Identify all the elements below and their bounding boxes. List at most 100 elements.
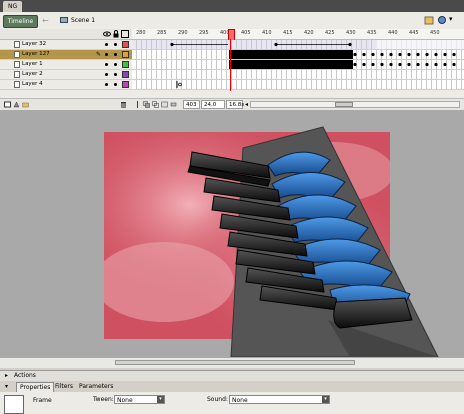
center-frame-icon[interactable] — [134, 101, 141, 108]
edit-symbol-icon[interactable] — [437, 15, 448, 26]
edit-bar: Timeline ← Scene 1 ▾ — [0, 12, 464, 30]
scene-label[interactable]: Scene 1 — [71, 15, 95, 26]
onion-markers-icon[interactable] — [170, 101, 177, 108]
frames-row[interactable] — [132, 50, 464, 60]
frame-rate-field[interactable]: 24.0 fps — [201, 100, 225, 117]
layer-color-swatch[interactable] — [122, 71, 129, 78]
ruler-tick: 435 — [367, 30, 377, 36]
document-tab[interactable]: NG — [3, 1, 23, 12]
elapsed-time-field: 16.8s — [226, 100, 244, 109]
lock-dot[interactable] — [114, 53, 117, 56]
lock-dot[interactable] — [114, 43, 117, 46]
layer-icon — [14, 71, 20, 78]
zoom-dropdown-icon[interactable]: ▾ — [449, 15, 453, 23]
ruler-tick: 290 — [178, 30, 188, 36]
timeline-scrollbar[interactable] — [250, 101, 460, 108]
keyframes — [353, 62, 456, 67]
layer-color-swatch[interactable] — [122, 51, 129, 58]
lock-dot[interactable] — [114, 63, 117, 66]
onion-skin-icon[interactable] — [143, 101, 150, 108]
edit-scene-icon[interactable] — [424, 15, 435, 26]
tween-value: None — [117, 397, 133, 404]
frames-row[interactable] — [132, 80, 464, 90]
scroll-left-icon[interactable]: ◂ — [245, 100, 248, 109]
layer-row[interactable]: Layer 4 — [0, 80, 132, 90]
layer-color-swatch[interactable] — [122, 81, 129, 88]
collapse-arrow-icon[interactable]: ▾ — [5, 382, 8, 392]
layer-icon — [14, 41, 20, 48]
ruler-tick: 285 — [157, 30, 167, 36]
visibility-dot[interactable] — [105, 53, 108, 56]
document-tab-bar: NG — [0, 0, 464, 12]
pencil-icon: ✎ — [96, 51, 102, 58]
ruler-tick: 280 — [136, 30, 146, 36]
onion-outline-icon[interactable] — [152, 101, 159, 108]
visibility-dot[interactable] — [105, 43, 108, 46]
folder-icon[interactable] — [22, 101, 29, 108]
ruler-tick: 445 — [409, 30, 419, 36]
lock-dot[interactable] — [114, 83, 117, 86]
trash-icon[interactable] — [120, 101, 127, 108]
outline-icon[interactable] — [121, 30, 129, 38]
layer-icon — [14, 81, 20, 88]
ruler-tick: 420 — [304, 30, 314, 36]
chevron-down-icon: ▾ — [157, 396, 164, 403]
ruler-tick: 415 — [283, 30, 293, 36]
tab-filters[interactable]: Filters — [52, 382, 76, 392]
add-layer-icon[interactable] — [4, 101, 11, 108]
layer-row[interactable]: Layer 1 — [0, 60, 132, 70]
back-arrow-icon[interactable]: ← — [42, 15, 49, 26]
scene-icon — [60, 17, 68, 23]
layer-name: Layer 1 — [22, 61, 43, 67]
tween-label: Tween: — [93, 396, 114, 403]
sound-label: Sound: — [207, 396, 228, 403]
properties-body: Frame Tween: None ▾ Sound: None ▾ — [0, 392, 464, 414]
visibility-dot[interactable] — [105, 73, 108, 76]
layer-name: Layer 127 — [22, 51, 50, 57]
layer-row[interactable]: Layer 2 — [0, 70, 132, 80]
tween-select[interactable]: None ▾ — [114, 395, 165, 404]
layer-color-swatch[interactable] — [122, 41, 129, 48]
ruler-tick: 450 — [430, 30, 440, 36]
lock-dot[interactable] — [114, 73, 117, 76]
frames-row[interactable] — [132, 40, 464, 50]
layer-name: Layer 32 — [22, 41, 47, 47]
ruler-tick: 440 — [388, 30, 398, 36]
expand-arrow-icon[interactable]: ▸ — [5, 371, 8, 381]
ruler-tick: 430 — [346, 30, 356, 36]
stage-area — [0, 110, 464, 368]
frames-row[interactable] — [132, 60, 464, 70]
lock-icon[interactable] — [112, 30, 120, 38]
grey-panel-shape — [187, 126, 439, 358]
layer-color-swatch[interactable] — [122, 61, 129, 68]
timeline-toggle-button[interactable]: Timeline — [3, 15, 38, 28]
current-frame-field: 403 — [183, 100, 200, 109]
frames-row[interactable] — [132, 70, 464, 80]
ruler-tick: 410 — [262, 30, 272, 36]
sound-value: None — [232, 397, 248, 404]
stage-horizontal-scrollbar[interactable] — [0, 357, 464, 368]
visibility-dot[interactable] — [105, 83, 108, 86]
stage-scroll-thumb[interactable] — [115, 360, 355, 365]
tab-parameters[interactable]: Parameters — [76, 382, 116, 392]
ruler-tick: 295 — [199, 30, 209, 36]
layer-name: Layer 2 — [22, 71, 43, 77]
frame-label: Frame — [33, 397, 52, 404]
edit-multiple-frames-icon[interactable] — [161, 101, 168, 108]
add-guide-icon[interactable] — [13, 101, 20, 108]
layer-icon — [14, 51, 20, 58]
frame-icon — [4, 395, 24, 414]
eye-icon[interactable] — [103, 30, 111, 38]
visibility-dot[interactable] — [105, 63, 108, 66]
keyframes — [176, 81, 182, 88]
ruler-tick: 425 — [325, 30, 335, 36]
sound-select[interactable]: None ▾ — [229, 395, 330, 404]
layer-header — [0, 29, 132, 40]
timeline-footer: 403 24.0 fps 16.8s ◂ — [0, 98, 464, 117]
layer-row-selected[interactable]: Layer 127 ✎ — [0, 50, 132, 60]
chevron-down-icon: ▾ — [322, 396, 329, 403]
frame-ruler[interactable]: 280 285 290 295 400 405 410 415 420 425 … — [132, 29, 464, 40]
timeline-scroll-thumb[interactable] — [335, 102, 353, 107]
layer-row[interactable]: Layer 32 — [0, 40, 132, 50]
tween-arrows — [170, 40, 464, 49]
